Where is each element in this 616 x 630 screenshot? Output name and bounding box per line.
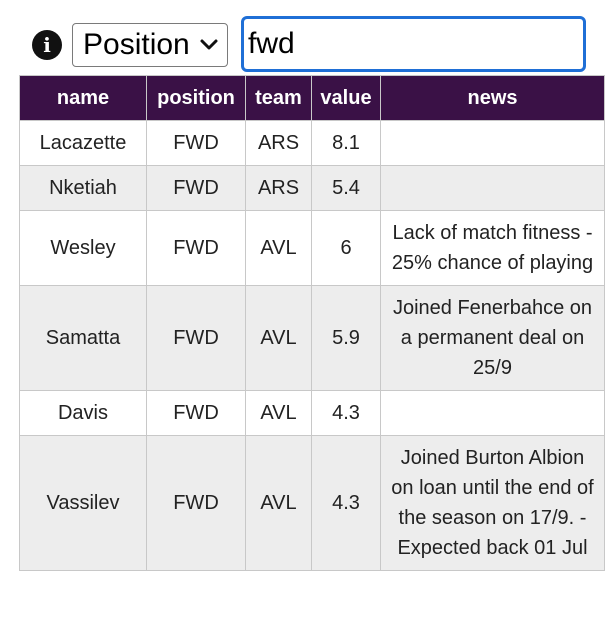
- cell-team: ARS: [245, 165, 312, 211]
- table-row: Lacazette FWD ARS 8.1: [19, 120, 605, 166]
- cell-name: Nketiah: [19, 165, 147, 211]
- cell-news: [380, 390, 605, 436]
- cell-team: AVL: [245, 210, 312, 286]
- table-header-row: name position team value news: [19, 75, 605, 121]
- cell-name: Wesley: [19, 210, 147, 286]
- cell-position: FWD: [146, 390, 246, 436]
- cell-name: Vassilev: [19, 435, 147, 571]
- column-header-value[interactable]: value: [311, 75, 381, 121]
- cell-news: [380, 165, 605, 211]
- cell-news: Joined Burton Albion on loan until the e…: [380, 435, 605, 571]
- table-body: Lacazette FWD ARS 8.1 Nketiah FWD ARS 5.4 Wesley…: [19, 120, 605, 571]
- cell-value: 6: [311, 210, 381, 286]
- page: i Position name position team value news…: [0, 0, 616, 630]
- table-row: Wesley FWD AVL 6 Lack of match fitness - 25%…: [19, 210, 605, 286]
- cell-team: AVL: [245, 435, 312, 571]
- column-header-team[interactable]: team: [245, 75, 312, 121]
- select-selected-value: Position: [83, 28, 190, 61]
- players-table: name position team value news Lacazette F…: [19, 75, 605, 571]
- column-header-name[interactable]: name: [19, 75, 147, 121]
- cell-position: FWD: [146, 210, 246, 286]
- table-row: Samatta FWD AVL 5.9 Joined Fenerbahce on a p…: [19, 285, 605, 391]
- cell-team: AVL: [245, 285, 312, 391]
- cell-team: ARS: [245, 120, 312, 166]
- cell-position: FWD: [146, 435, 246, 571]
- table-row: Nketiah FWD ARS 5.4: [19, 165, 605, 211]
- filter-toolbar: i Position: [32, 14, 592, 74]
- column-header-news[interactable]: news: [380, 75, 605, 121]
- cell-news: [380, 120, 605, 166]
- cell-news: Lack of match fitness - 25% chance of pl…: [380, 210, 605, 286]
- position-filter-select[interactable]: Position: [72, 23, 228, 67]
- search-field-wrapper: [241, 16, 586, 72]
- cell-value: 4.3: [311, 390, 381, 436]
- table-row: Davis FWD AVL 4.3: [19, 390, 605, 436]
- cell-name: Davis: [19, 390, 147, 436]
- cell-news: Joined Fenerbahce on a permanent deal on…: [380, 285, 605, 391]
- cell-name: Samatta: [19, 285, 147, 391]
- search-input[interactable]: [248, 23, 578, 65]
- cell-value: 5.4: [311, 165, 381, 211]
- cell-value: 5.9: [311, 285, 381, 391]
- cell-position: FWD: [146, 165, 246, 211]
- cell-name: Lacazette: [19, 120, 147, 166]
- info-icon[interactable]: i: [32, 30, 62, 60]
- cell-value: 4.3: [311, 435, 381, 571]
- chevron-down-icon: [200, 39, 218, 50]
- cell-team: AVL: [245, 390, 312, 436]
- column-header-position[interactable]: position: [146, 75, 246, 121]
- cell-position: FWD: [146, 120, 246, 166]
- cell-position: FWD: [146, 285, 246, 391]
- cell-value: 8.1: [311, 120, 381, 166]
- table-row: Vassilev FWD AVL 4.3 Joined Burton Albion on…: [19, 435, 605, 571]
